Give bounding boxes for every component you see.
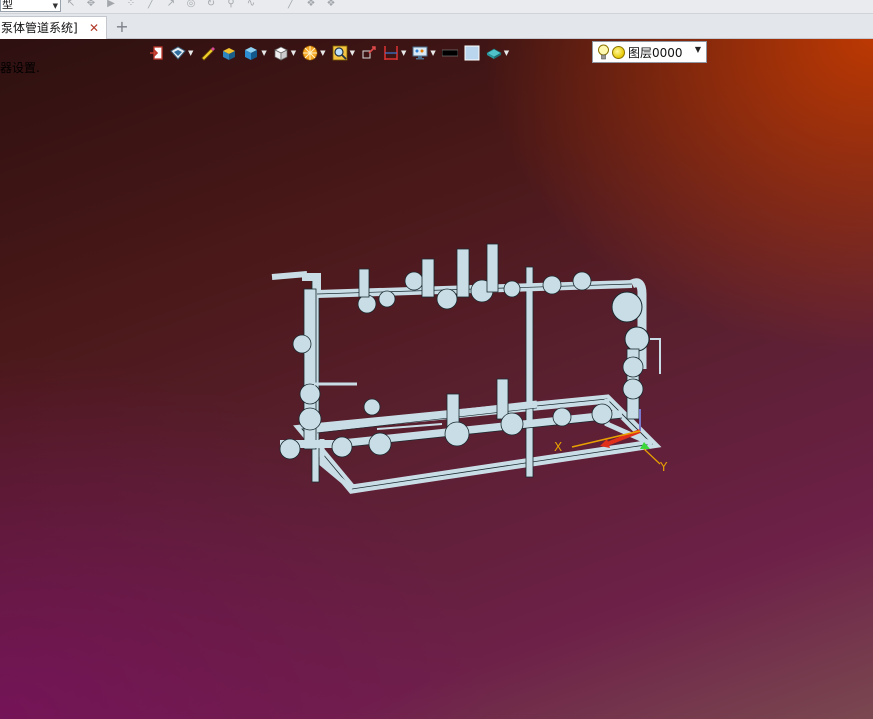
layer-selector-value: 图层0000	[628, 45, 683, 60]
chevron-down-icon: ▼	[52, 2, 58, 10]
coordinate-icon	[362, 45, 376, 58]
exit-view-icon	[150, 45, 163, 60]
chevron-down-icon: ▼	[290, 48, 297, 57]
document-tabbar: 泵体管道系统] ✕ +	[0, 14, 873, 39]
top-toolbar-strip: 型 ▼ ↖ ✥ ▶ ⁘ ╱ ↗ ◎ ↻ ⚲ ∿ ⌒ ╱ ❖ ❖	[0, 0, 873, 14]
view-toolbar: ▼ ▼ ▼ ▼ ▼ ▼ ▼ ▼	[148, 42, 515, 63]
chevron-down-icon: ▼	[349, 48, 355, 57]
sketch-pen-icon	[201, 46, 216, 61]
shaded-cube-icon	[245, 46, 258, 60]
chevron-down-icon: ▼	[400, 48, 407, 57]
slash-tool-icon[interactable]: ╱	[284, 0, 298, 9]
target-tool-icon[interactable]: ◎	[184, 0, 198, 9]
line-tool-icon[interactable]: ╱	[144, 0, 158, 9]
play-tool-icon[interactable]: ▶	[104, 0, 118, 9]
snap-tool-icon[interactable]: ⁘	[124, 0, 138, 9]
light-swatch-icon	[464, 45, 480, 60]
axis-x-label: X	[554, 440, 562, 454]
spline-tool-icon[interactable]: ⌒	[264, 0, 278, 9]
status-text: 器设置.	[0, 61, 40, 75]
move-tool-icon[interactable]: ✥	[84, 0, 98, 9]
exit-view-button[interactable]	[148, 44, 164, 62]
display-settings-button[interactable]: ▼	[412, 44, 436, 62]
sketch-pen-button[interactable]	[199, 44, 216, 62]
view-orientation-button[interactable]: ▼	[170, 44, 193, 62]
coordinate-button[interactable]	[361, 44, 377, 62]
layer-selector[interactable]: 图层0000 ▼	[592, 41, 707, 63]
3d-viewport[interactable]: 器设置. ▼ ▼ ▼ ▼ ▼ ▼ ▼ ▼ 图层0000 ▼ X Y	[0, 39, 873, 719]
cursor-tool-icon[interactable]: ↖	[64, 0, 78, 9]
material-icon	[486, 48, 502, 59]
layer-sun-icon[interactable]	[612, 45, 625, 59]
view-orientation-icon	[170, 45, 186, 60]
zoom-fit-button[interactable]: ▼	[332, 44, 355, 62]
black-swatch-button[interactable]	[441, 44, 458, 62]
document-tab-label: 泵体管道系统]	[1, 21, 78, 35]
shaded-cube-button[interactable]: ▼	[243, 44, 267, 62]
mode-selector-value: 型	[2, 0, 13, 11]
point-tool-icon[interactable]: ⚲	[224, 0, 238, 9]
close-icon[interactable]: ✕	[89, 17, 99, 39]
chevron-down-icon: ▼	[694, 45, 701, 54]
lightbulb-icon[interactable]	[597, 44, 610, 60]
chevron-down-icon: ▼	[430, 48, 436, 57]
document-tab[interactable]: 泵体管道系统] ✕	[0, 16, 107, 39]
wire-cube-button[interactable]: ▼	[273, 44, 296, 62]
section-button[interactable]: ▼	[302, 44, 326, 62]
light-swatch-button[interactable]	[464, 44, 480, 62]
box-render-button[interactable]	[221, 44, 237, 62]
chevron-down-icon: ▼	[261, 48, 267, 57]
axis-y-label: Y	[659, 460, 668, 474]
add-tab-button[interactable]: +	[114, 17, 130, 37]
curve-tool-icon[interactable]: ∿	[244, 0, 258, 9]
black-swatch-icon	[441, 49, 458, 56]
chevron-down-icon: ▼	[188, 48, 194, 57]
material-button[interactable]: ▼	[486, 44, 509, 62]
chevron-down-icon: ▼	[503, 48, 510, 57]
chevron-down-icon: ▼	[320, 48, 326, 57]
box-render-icon	[223, 47, 236, 60]
dimension-icon	[384, 45, 398, 60]
faded-toolbar: ↖ ✥ ▶ ⁘ ╱ ↗ ◎ ↻ ⚲ ∿ ⌒ ╱ ❖ ❖	[64, 0, 338, 12]
display-settings-icon	[412, 46, 428, 59]
dimension-button[interactable]: ▼	[383, 44, 406, 62]
zoom-fit-icon	[332, 45, 347, 60]
mode-selector[interactable]: 型 ▼	[0, 0, 61, 12]
rotate-tool-icon[interactable]: ↻	[204, 0, 218, 9]
pipeline-model[interactable]: X Y	[262, 199, 682, 499]
stack-tool-icon[interactable]: ❖	[324, 0, 338, 9]
section-gear-icon	[302, 45, 318, 60]
layers-tool-icon[interactable]: ❖	[304, 0, 318, 9]
wire-cube-icon	[273, 46, 288, 61]
arrow-tool-icon[interactable]: ↗	[164, 0, 178, 9]
